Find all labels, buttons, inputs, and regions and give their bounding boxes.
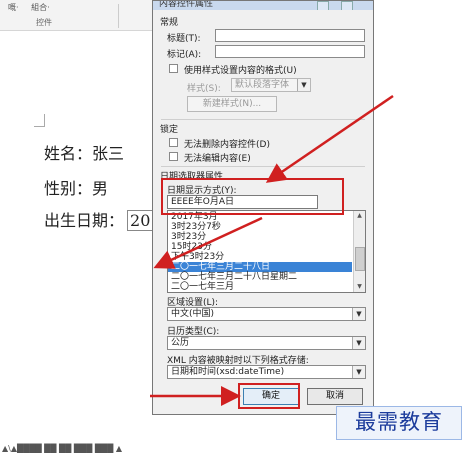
annotation-arrows xyxy=(150,94,394,406)
brand-watermark: 最需教育 xyxy=(336,406,462,440)
arrow-to-selected-format xyxy=(153,216,263,269)
arrow-to-format-box xyxy=(265,94,394,183)
